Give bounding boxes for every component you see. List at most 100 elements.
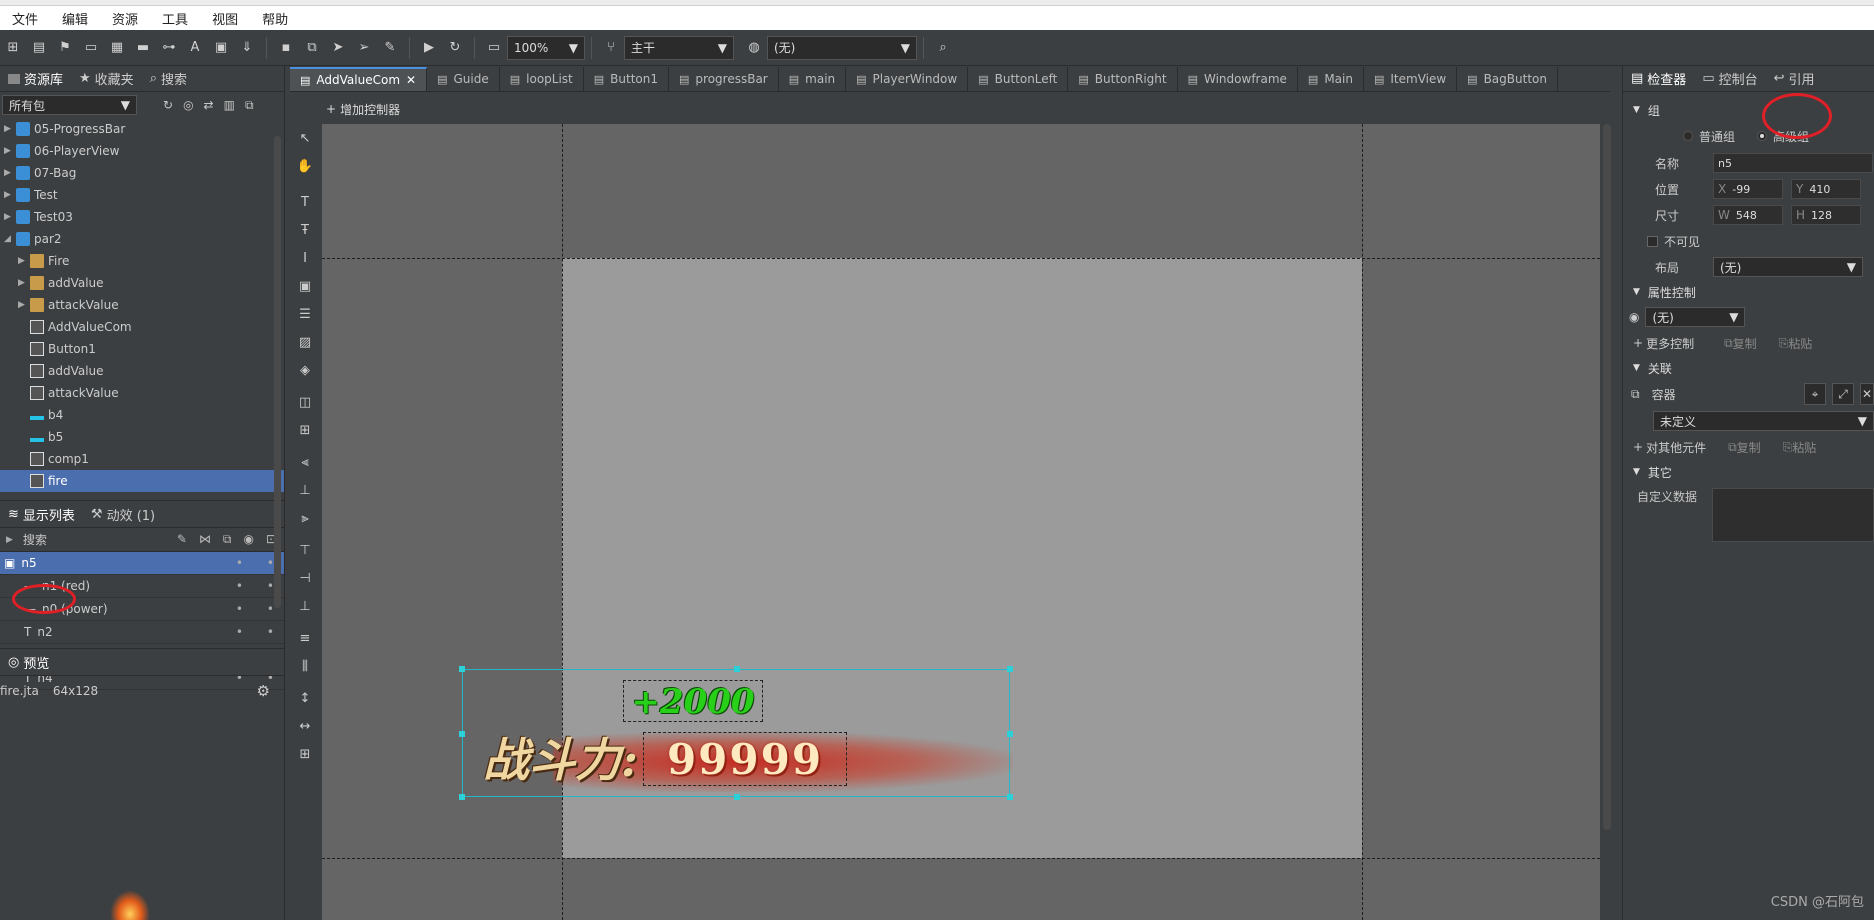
h-input[interactable]: H 128 <box>1791 205 1861 225</box>
resize-handle[interactable] <box>459 731 465 737</box>
zoom-select[interactable]: 100% ▼ <box>507 35 585 60</box>
branch-icon[interactable]: ⑂ <box>599 36 623 60</box>
align-bottom-icon[interactable]: ⊥ <box>293 594 317 618</box>
tree-item[interactable]: attackValue <box>0 382 284 404</box>
prop-control-select[interactable]: (无) ▼ <box>1645 307 1746 327</box>
tree-item[interactable]: ▶ 05-ProgressBar <box>0 118 284 140</box>
new-slider-icon[interactable]: ⊶ <box>157 36 181 60</box>
doc-tab[interactable]: ▤ BagButton <box>1457 67 1558 91</box>
x-input[interactable]: X -99 <box>1713 179 1783 199</box>
tab-preview[interactable]: ◎ 预览 <box>0 649 57 675</box>
new-combobox-icon[interactable]: ▦ <box>105 36 129 60</box>
resize-handle[interactable] <box>1007 794 1013 800</box>
display-list-item[interactable]: Tn2 • • <box>0 621 284 644</box>
hand-tool-icon[interactable]: ✋ <box>293 154 317 178</box>
visibility-lock-toggles[interactable]: •• <box>236 556 274 570</box>
menu-help[interactable]: 帮助 <box>250 9 300 28</box>
layout-select[interactable]: (无) ▼ <box>1713 257 1863 277</box>
expand-icon[interactable]: ⤢ <box>1832 383 1854 405</box>
branch-select[interactable]: 主干 ▼ <box>624 35 734 60</box>
expand-arrow-icon[interactable]: ▶ <box>4 124 16 134</box>
tab-library[interactable]: 资源库 <box>0 66 71 92</box>
3d-tool-icon[interactable]: ◈ <box>293 358 317 382</box>
distribute-h-icon[interactable]: ≡ <box>293 626 317 650</box>
collapse-icon[interactable]: ⧉ <box>245 98 254 113</box>
expand-arrow-icon[interactable]: ▶ <box>4 212 16 222</box>
loader-tool-icon[interactable]: ▨ <box>293 330 317 354</box>
play-icon[interactable]: ▶ <box>417 36 441 60</box>
select-tool-icon[interactable]: ↖ <box>293 126 317 150</box>
menu-resource[interactable]: 资源 <box>100 9 150 28</box>
doc-tab[interactable]: ▤ PlayerWindow <box>846 67 969 91</box>
swap-icon[interactable]: ⇄ <box>204 98 214 112</box>
doc-tab[interactable]: ▤ Main <box>1298 67 1364 91</box>
design-canvas[interactable]: +2000 战斗力: 99999 <box>322 124 1600 920</box>
invisible-checkbox[interactable] <box>1647 235 1658 247</box>
tab-inspector[interactable]: ▤ 检查器 <box>1623 66 1694 92</box>
resize-handle[interactable] <box>734 666 740 672</box>
tree-item[interactable]: fire <box>0 470 284 492</box>
doc-tab[interactable]: ▤ loopList <box>500 67 584 91</box>
expand-arrow-icon[interactable]: ▶ <box>4 190 16 200</box>
globe-icon[interactable]: ◍ <box>742 36 766 60</box>
align-left-icon[interactable]: ⫷ <box>293 450 317 474</box>
power-value-text[interactable]: 99999 <box>643 732 847 786</box>
publish-icon[interactable]: ➤ <box>326 36 350 60</box>
close-icon[interactable]: ✕ <box>1860 383 1874 405</box>
menu-file[interactable]: 文件 <box>0 9 50 28</box>
doc-tab[interactable]: ▤ ButtonRight <box>1068 67 1178 91</box>
w-input[interactable]: W 548 <box>1713 205 1783 225</box>
align-other-button[interactable]: 对其他元件 <box>1646 439 1706 456</box>
menu-tools[interactable]: 工具 <box>150 9 200 28</box>
tween-icon[interactable]: ⋈ <box>199 532 211 547</box>
bookmark-icon[interactable]: ⚑ <box>53 36 77 60</box>
doc-tab[interactable]: ▤ Guide <box>427 67 500 91</box>
search-icon[interactable]: ⌕ <box>931 36 955 60</box>
align-right-icon[interactable]: ⫸ <box>293 506 317 530</box>
resize-handle[interactable] <box>459 666 465 672</box>
new-progress-icon[interactable]: ▬ <box>131 36 155 60</box>
doc-tab[interactable]: ▤ ButtonLeft <box>968 67 1069 91</box>
doc-tab[interactable]: ▤ AddValueCom ✕ <box>290 67 428 91</box>
display-list-item[interactable]: ▣ n5 • • <box>0 552 284 575</box>
more-control-button[interactable]: 更多控制 <box>1646 335 1694 352</box>
save-icon[interactable]: ▪ <box>274 36 298 60</box>
language-select[interactable]: (无) ▼ <box>767 35 917 60</box>
import-icon[interactable]: ⇓ <box>235 36 259 60</box>
new-button-icon[interactable]: ▭ <box>79 36 103 60</box>
tree-item[interactable]: Button1 <box>0 338 284 360</box>
tree-item[interactable]: AddValueCom <box>0 316 284 338</box>
canvas-scrollbar[interactable] <box>1603 124 1611 830</box>
doc-tab[interactable]: ▤ main <box>779 67 847 91</box>
tree-item[interactable]: b5 <box>0 426 284 448</box>
tree-item[interactable]: ▶ 06-PlayerView <box>0 140 284 162</box>
refresh-icon[interactable]: ↻ <box>163 98 173 112</box>
tree-item[interactable]: b4 <box>0 404 284 426</box>
eye-icon[interactable]: ◉ <box>1629 310 1639 324</box>
graph-tool-icon[interactable]: ◫ <box>293 390 317 414</box>
other-section[interactable]: ▼ 其它 <box>1623 460 1874 484</box>
close-icon[interactable]: ✕ <box>406 73 416 87</box>
menu-edit[interactable]: 编辑 <box>50 9 100 28</box>
expand-arrow-icon[interactable]: ▶ <box>4 146 16 156</box>
input-tool-icon[interactable]: I <box>293 246 317 270</box>
align-middle-icon[interactable]: ⊣ <box>293 566 317 590</box>
richtext-tool-icon[interactable]: Ŧ <box>293 218 317 242</box>
custom-data-textarea[interactable] <box>1711 488 1874 542</box>
edit-icon[interactable]: ✎ <box>177 532 187 547</box>
new-movieclip-icon[interactable]: ▣ <box>209 36 233 60</box>
expand-arrow-icon[interactable]: ▶ <box>18 278 30 288</box>
expand-arrow-icon[interactable]: ▶ <box>6 535 13 545</box>
add-controller-button[interactable]: 增加控制器 <box>340 101 400 118</box>
text-tool-icon[interactable]: T <box>293 190 317 214</box>
selected-group-n5[interactable]: +2000 战斗力: 99999 <box>459 666 1013 800</box>
tree-item[interactable]: ▶ addValue <box>0 272 284 294</box>
tree-scrollbar[interactable] <box>274 136 281 608</box>
group-section[interactable]: ▼ 组 <box>1623 98 1874 122</box>
tab-search[interactable]: ⌕ 搜索 <box>142 66 195 92</box>
refresh-icon[interactable]: ↻ <box>443 36 467 60</box>
menu-view[interactable]: 视图 <box>200 9 250 28</box>
copy-button[interactable]: 复制 <box>1737 439 1761 456</box>
expand-arrow-icon[interactable]: ▶ <box>4 168 16 178</box>
grid-icon[interactable]: ⊞ <box>293 742 317 766</box>
